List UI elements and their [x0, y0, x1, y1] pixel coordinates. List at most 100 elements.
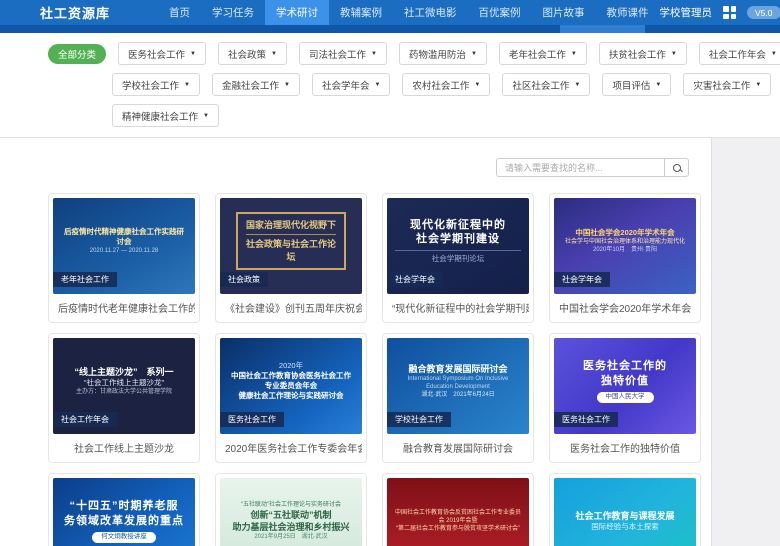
category-label: 社会工作年会	[709, 47, 766, 61]
category-button[interactable]: 医务社会工作▼	[118, 42, 206, 65]
resource-card[interactable]: 后疫情时代精神健康社会工作实践研讨会2020.11.27 — 2020.11.2…	[48, 193, 200, 323]
card-thumbnail[interactable]: 后疫情时代精神健康社会工作实践研讨会2020.11.27 — 2020.11.2…	[53, 198, 195, 294]
category-badge: 学校社会工作	[387, 412, 451, 427]
card-thumbnail[interactable]: 中国社会工作教育协会反贫困社会工作专业委员会 2019年会暨“第二届社会工作教育…	[387, 478, 529, 546]
card-thumbnail[interactable]: “五社联动”社会工作理论与实务研讨会创新“五社联动”机制助力基层社会治理和乡村振…	[220, 478, 362, 546]
category-badge: 社会学年会	[387, 272, 443, 287]
card-thumbnail[interactable]: 中国社会学会2020年学术年会社会学与中国社会治理体系和治理能力现代化2020年…	[554, 198, 696, 294]
search-input[interactable]	[496, 158, 664, 177]
card-title[interactable]: 中国社会学会2020年学术年会	[554, 294, 696, 322]
card-thumbnail[interactable]: 现代化新征程中的社会学期刊建设社会学期刊论坛社会学年会	[387, 198, 529, 294]
nav-item[interactable]: 教师课件	[596, 0, 660, 25]
category-badge: 老年社会工作	[53, 272, 117, 287]
top-navbar: 社工资源库 首页学习任务学术研讨教辅案例社工微电影百优案例图片故事教师课件 学校…	[0, 0, 780, 25]
nav-item[interactable]: 首页	[158, 0, 201, 25]
resource-card[interactable]: “线上主题沙龙” 系列一“社会工作线上主题沙龙”主办方：甘肃政法大学公共管理学院…	[48, 333, 200, 463]
category-button[interactable]: 扶贫社会工作▼	[599, 42, 687, 65]
chevron-down-icon: ▼	[190, 51, 196, 57]
category-button[interactable]: 项目评估▼	[602, 73, 671, 96]
resource-card[interactable]: 融合教育发展国际研讨会International Symposium On In…	[382, 333, 534, 463]
navbar-substrip	[0, 25, 780, 33]
thumbnail-text: 现代化新征程中的	[395, 218, 521, 233]
chevron-down-icon: ▼	[571, 51, 577, 57]
thumbnail-text: 何文炯教授讲座	[92, 532, 156, 543]
nav-item[interactable]: 学习任务	[201, 0, 265, 25]
category-button[interactable]: 社会学年会 ▼	[312, 73, 390, 96]
category-button[interactable]: 社会政策▼	[218, 42, 287, 65]
category-label: 老年社会工作	[509, 47, 566, 61]
card-title[interactable]: “现代化新征程中的社会学期刊建...	[387, 294, 529, 322]
thumbnail-text: 社会学期刊论坛	[395, 254, 521, 264]
category-button[interactable]: 司法社会工作▼	[299, 42, 387, 65]
card-thumbnail[interactable]: 社会工作教育与课程发展国际经验与本土探索社会工作年会	[554, 478, 696, 546]
card-thumbnail[interactable]: 医务社会工作的独特价值中国人民大学医务社会工作	[554, 338, 696, 434]
chevron-down-icon: ▼	[374, 82, 380, 88]
thumbnail-text: 2020.11.27 — 2020.11.28	[61, 247, 187, 255]
thumbnail-text: 国际经验与本土探索	[562, 522, 688, 532]
thumbnail-text: 社会学与中国社会治理体系和治理能力现代化	[562, 238, 688, 246]
resource-card[interactable]: 中国社会工作教育协会反贫困社会工作专业委员会 2019年会暨“第二届社会工作教育…	[382, 473, 534, 546]
all-categories-button[interactable]: 全部分类	[48, 44, 106, 64]
category-button[interactable]: 社区社会工作▼	[502, 73, 590, 96]
resource-card[interactable]: 社会工作教育与课程发展国际经验与本土探索社会工作年会 社会工作教育与课程发展：国…	[549, 473, 701, 546]
resource-card[interactable]: 国家治理现代化视野下社会政策与社会工作论坛 社会政策 《社会建设》创刊五周年庆祝…	[215, 193, 367, 323]
resource-card[interactable]: 医务社会工作的独特价值中国人民大学医务社会工作 医务社会工作的独特价值	[549, 333, 701, 463]
nav-item[interactable]: 百优案例	[468, 0, 532, 25]
nav-item[interactable]: 教辅案例	[329, 0, 393, 25]
category-button[interactable]: 社会工作年会 ▼	[699, 42, 780, 65]
resource-card[interactable]: “五社联动”社会工作理论与实务研讨会创新“五社联动”机制助力基层社会治理和乡村振…	[215, 473, 367, 546]
filter-row: 全部分类医务社会工作▼社会政策▼司法社会工作▼药物滥用防治▼老年社会工作▼扶贫社…	[48, 42, 780, 65]
card-thumbnail[interactable]: 国家治理现代化视野下社会政策与社会工作论坛 社会政策	[220, 198, 362, 294]
card-title[interactable]: 医务社会工作的独特价值	[554, 434, 696, 462]
category-label: 学校社会工作	[122, 78, 179, 92]
category-badge: 医务社会工作	[554, 412, 618, 427]
category-button[interactable]: 精神健康社会工作 ▼	[112, 104, 219, 127]
category-button[interactable]: 灾害社会工作 ▼	[683, 73, 771, 96]
card-title[interactable]: 2020年医务社会工作专委会年会 暨...	[220, 434, 362, 462]
resource-card[interactable]: 中国社会学会2020年学术年会 社会学与中国社会治理体系和治理能力现代化2020年…	[549, 193, 701, 323]
category-label: 社会学年会	[322, 78, 370, 92]
resource-card[interactable]: 现代化新征程中的社会学期刊建设社会学期刊论坛社会学年会 “现代化新征程中的社会学…	[382, 193, 534, 323]
category-badge: 社会政策	[220, 272, 268, 287]
category-button[interactable]: 药物滥用防治▼	[399, 42, 487, 65]
resource-card[interactable]: 2020年中国社会工作教育协会医务社会工作专业委员会年会健康社会工作理论与实践研…	[215, 333, 367, 463]
chevron-down-icon: ▼	[771, 51, 777, 57]
chevron-down-icon: ▼	[755, 82, 761, 88]
category-label: 项目评估	[612, 78, 650, 92]
nav-item[interactable]: 学术研讨	[265, 0, 329, 25]
card-thumbnail[interactable]: 融合教育发展国际研讨会International Symposium On In…	[387, 338, 529, 434]
category-button[interactable]: 农村社会工作▼	[402, 73, 490, 96]
category-button[interactable]: 金融社会工作▼	[212, 73, 300, 96]
thumbnail-text: 2020年10月 贵州·贵阳	[562, 246, 688, 254]
category-label: 灾害社会工作	[693, 78, 750, 92]
card-title[interactable]: 社会工作线上主题沙龙	[53, 434, 195, 462]
thumbnail-text: 国家治理现代化视野下	[246, 219, 337, 231]
thumbnail-text: 融合教育发展国际研讨会	[395, 363, 521, 375]
thumbnail-text: 创新“五社联动”机制	[228, 509, 354, 521]
card-thumbnail[interactable]: “线上主题沙龙” 系列一“社会工作线上主题沙龙”主办方：甘肃政法大学公共管理学院…	[53, 338, 195, 434]
category-button[interactable]: 学校社会工作▼	[112, 73, 200, 96]
thumbnail-text: 2020年	[228, 361, 354, 371]
nav-item[interactable]: 图片故事	[532, 0, 596, 25]
category-label: 药物滥用防治	[409, 47, 466, 61]
nav-item[interactable]: 社工微电影	[393, 0, 468, 25]
apps-grid-icon[interactable]	[723, 6, 736, 19]
category-button[interactable]: 老年社会工作 ▼	[499, 42, 587, 65]
card-thumbnail[interactable]: “十四五”时期养老服务领域改革发展的重点何文炯教授讲座老年社会工作	[53, 478, 195, 546]
category-badge: 医务社会工作	[220, 412, 284, 427]
user-role-label[interactable]: 学校管理员	[660, 5, 713, 20]
category-badge: 社会学年会	[554, 272, 610, 287]
thumbnail-text: 湖北·武汉 2021年6月24日	[395, 391, 521, 399]
thumbnail-frame: 国家治理现代化视野下社会政策与社会工作论坛	[236, 212, 347, 269]
card-title[interactable]: 《社会建设》创刊五周年庆祝会暨...	[220, 294, 362, 322]
search-button[interactable]	[664, 158, 689, 177]
resource-card[interactable]: “十四五”时期养老服务领域改革发展的重点何文炯教授讲座老年社会工作 何文炯教授讲…	[48, 473, 200, 546]
thumbnail-text: 中国社会工作教育协会反贫困社会工作专业委员会 2019年会暨	[395, 509, 521, 525]
category-label: 精神健康社会工作	[122, 109, 198, 123]
card-thumbnail[interactable]: 2020年中国社会工作教育协会医务社会工作专业委员会年会健康社会工作理论与实践研…	[220, 338, 362, 434]
card-title[interactable]: 后疫情时代老年健康社会工作的应...	[53, 294, 195, 322]
chevron-down-icon: ▼	[203, 113, 209, 119]
card-grid: 后疫情时代精神健康社会工作实践研讨会2020.11.27 — 2020.11.2…	[0, 177, 711, 546]
card-title[interactable]: 融合教育发展国际研讨会	[387, 434, 529, 462]
thumbnail-text: 社会工作教育与课程发展	[562, 510, 688, 522]
